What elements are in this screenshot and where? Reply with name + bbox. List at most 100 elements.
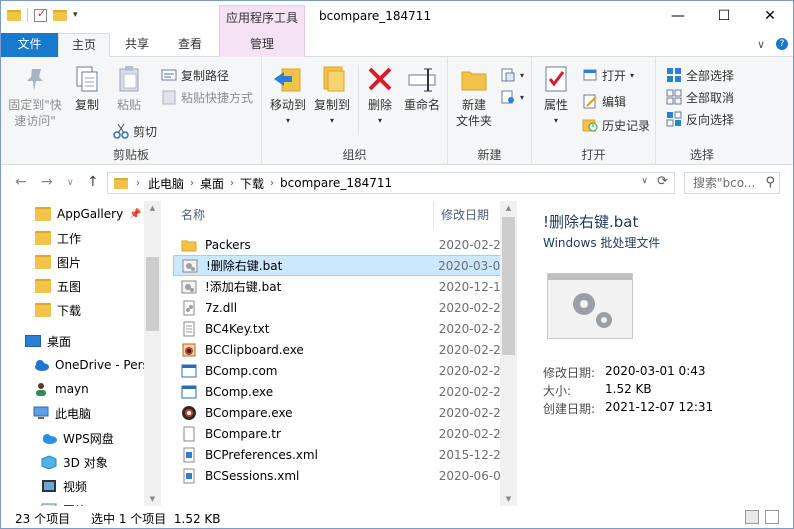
file-list-scrollbar[interactable]: ▲ ▼ [500,201,517,506]
help-icon[interactable]: ? [776,38,788,50]
tab-share[interactable]: 共享 [112,33,162,57]
paste-button[interactable]: 粘贴 [109,63,149,113]
nav-item-desktop[interactable]: 桌面 [25,329,71,353]
rename-label: 重命名 [403,98,440,112]
history-button[interactable]: 历史记录 [582,115,650,135]
tab-home[interactable]: 主页 [58,33,110,58]
invert-selection-button[interactable]: 反向选择 [666,109,734,129]
status-bar: 23 个项目 选中 1 个项目 1.52 KB [1,506,793,528]
file-date: 2020-02-2 [438,342,501,357]
nav-item-3d-objects[interactable]: 3D 对象 [41,450,108,474]
close-button[interactable]: ✕ [747,1,793,33]
file-row[interactable]: 7z.dll 2020-02-2 [173,297,501,318]
file-row[interactable]: BCSessions.xml 2020-06-0 [173,465,501,486]
pin-quick-access-button[interactable]: 固定到"快速访问" [5,63,65,129]
select-group-label: 选择 [689,148,714,162]
back-arrow-icon[interactable]: ← [15,174,27,190]
open-group-label: 打开 [581,148,606,162]
tab-manage[interactable]: 管理 [219,33,305,57]
new-folder-icon [458,63,490,95]
file-row[interactable]: !删除右键.bat 2020-03-0 [173,255,501,276]
forward-arrow-icon[interactable]: → [41,174,53,190]
file-row[interactable]: Packers 2020-02-2 [173,234,501,255]
new-folder-button[interactable]: 新建 文件夹 [450,63,498,129]
file-list-scrollbar-thumb[interactable] [502,217,515,355]
scroll-down-icon[interactable]: ▼ [500,492,517,506]
nav-item-this-pc[interactable]: 此电脑 [33,401,91,425]
search-input[interactable]: 搜索"bco... ⚲ [684,172,780,194]
divider [27,8,28,22]
open-button[interactable]: 打开 ▾ [582,65,634,85]
nav-item-onedrive[interactable]: OneDrive - Pers [33,353,149,377]
paste-shortcut-label: 粘贴快捷方式 [181,90,254,105]
new-item-button[interactable]: ▾ [500,65,524,85]
ribbon-expand-icon[interactable]: ∨ [757,38,765,51]
easy-access-button[interactable]: ▾ [500,87,524,107]
properties-check-icon[interactable]: ✓ [34,7,47,22]
nav-item-label: 工作 [57,231,82,246]
nav-item-videos[interactable]: 视频 [41,474,87,498]
nav-item-pictures-lib[interactable]: 图片 [41,498,87,506]
crumb-this-pc[interactable]: 此电脑 [148,175,184,192]
edit-button[interactable]: 编辑 [582,91,626,111]
tab-file[interactable]: 文件 [1,33,58,57]
refresh-icon[interactable]: ⟳ [657,174,668,189]
crumb-downloads[interactable]: 下载 [240,175,264,192]
scroll-up-icon[interactable]: ▲ [144,201,161,215]
nav-item-wps-drive[interactable]: WPS网盘 [41,426,114,450]
rename-button[interactable]: 重命名 [400,63,444,113]
select-group: 全部选择 全部取消 反向选择 选择 [656,57,748,165]
crumb-current[interactable]: bcompare_184711 [280,176,392,190]
large-icons-view-icon[interactable] [765,510,779,524]
nav-item-work[interactable]: 工作 [35,226,81,250]
copy-button[interactable]: 复制 [67,63,107,113]
pin-label: 固定到"快速访问" [8,98,62,128]
nav-item-label: OneDrive - Pers [55,358,149,372]
up-arrow-icon[interactable]: ↑ [87,174,99,190]
copy-to-button[interactable]: 复制到 ▾ [310,63,354,129]
column-header-date[interactable]: 修改日期 [441,201,505,229]
delete-button[interactable]: 删除 ▾ [360,63,400,129]
file-row[interactable]: BComp.com 2020-02-2 [173,360,501,381]
recent-locations-icon[interactable]: ∨ [67,178,74,188]
file-row[interactable]: BCompare.exe 2020-02-2 [173,402,501,423]
cut-button[interactable]: 剪切 [113,121,157,141]
select-all-button[interactable]: 全部选择 [666,65,734,85]
nav-item-wutu[interactable]: 五图 [35,274,81,298]
new-folder-icon[interactable] [53,9,67,21]
maximize-button[interactable]: ☐ [701,1,747,33]
nav-item-user[interactable]: mayn [33,377,89,401]
scroll-down-icon[interactable]: ▼ [144,492,161,506]
paste-shortcut-button[interactable]: 粘贴快捷方式 [161,87,253,107]
details-view-icon[interactable] [745,510,759,524]
address-dropdown-icon[interactable]: ∨ [641,176,648,186]
nav-scrollbar-thumb[interactable] [146,257,159,331]
nav-scrollbar[interactable]: ▲ ▼ [144,201,161,506]
nav-item-appgallery[interactable]: AppGallery 📌 [35,202,142,226]
file-row[interactable]: BCPreferences.xml 2015-12-2 [173,444,501,465]
tab-view[interactable]: 查看 [164,33,216,57]
column-header-name[interactable]: 名称 [181,201,433,229]
address-bar[interactable]: › 此电脑 › 桌面 › 下载 › bcompare_184711 ∨ ⟳ [107,172,675,194]
crumb-desktop[interactable]: 桌面 [200,175,224,192]
nav-item-pictures[interactable]: 图片 [35,250,81,274]
file-row[interactable]: BCompare.tr 2020-02-2 [173,423,501,444]
file-name: 7z.dll [205,300,238,315]
select-none-button[interactable]: 全部取消 [666,87,734,107]
move-to-button[interactable]: 移动到 ▾ [266,63,310,129]
copy-path-button[interactable]: 复制路径 [161,65,229,85]
nav-item-downloads[interactable]: 下载 [35,298,81,322]
chevron-right-icon: › [190,177,195,189]
file-row[interactable]: BC4Key.txt 2020-02-2 [173,318,501,339]
properties-button[interactable]: 属性 ▾ [536,63,576,129]
minimize-button[interactable]: — [655,1,701,33]
folder-icon [181,237,197,253]
scroll-up-icon[interactable]: ▲ [500,201,517,215]
file-row[interactable]: BCClipboard.exe 2020-02-2 [173,339,501,360]
file-row[interactable]: !添加右键.bat 2020-12-1 [173,276,501,297]
open-group: 属性 ▾ 打开 ▾ 编辑 历史记录 打开 [532,57,656,165]
customize-qat-icon[interactable]: ▾ [73,10,78,20]
xml-icon [181,447,197,463]
txt-icon [181,321,197,337]
file-row[interactable]: BComp.exe 2020-02-2 [173,381,501,402]
